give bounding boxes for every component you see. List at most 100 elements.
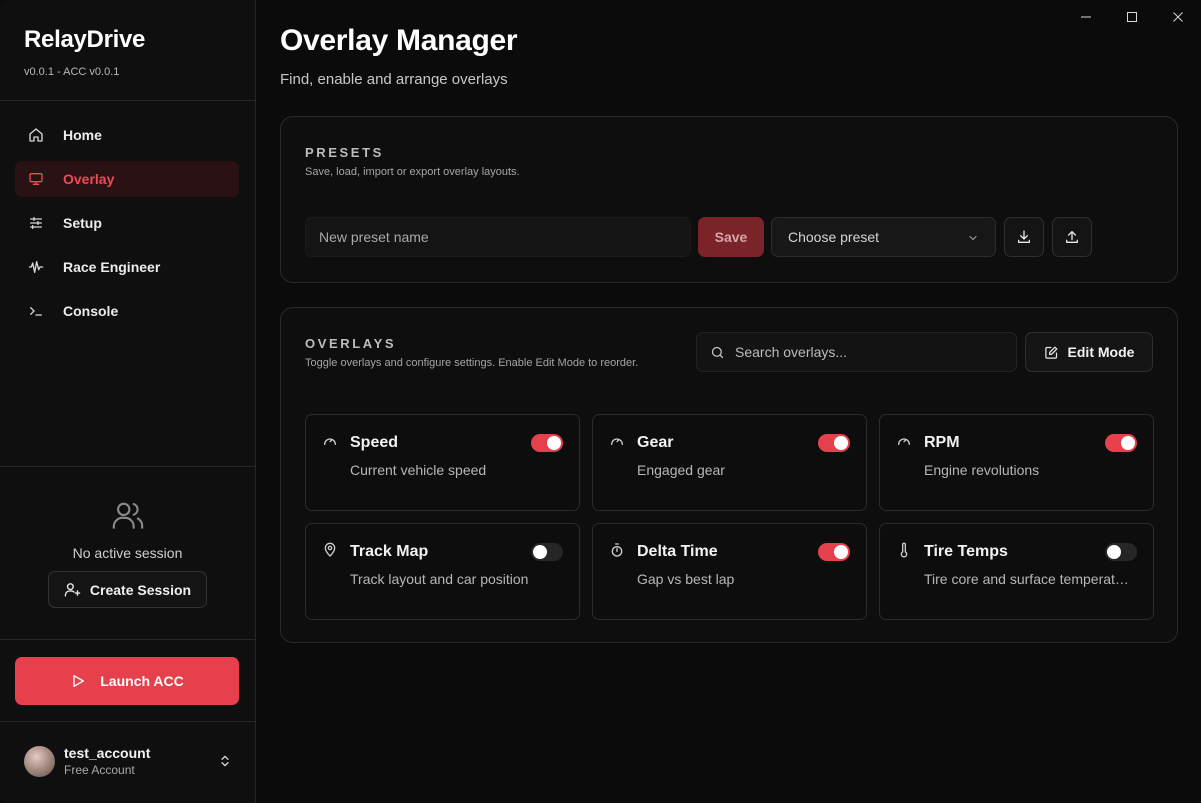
presets-card: PRESETS Save, load, import or export ove… [280,116,1178,283]
overlay-toggle[interactable] [1105,543,1137,561]
import-preset-button[interactable] [1004,217,1044,257]
overlay-description: Track layout and car position [350,571,529,587]
home-icon [27,126,45,144]
sidebar-item-label: Setup [63,215,102,231]
create-session-button[interactable]: Create Session [48,571,207,608]
search-icon [711,346,724,358]
stopwatch-icon [609,542,625,558]
page-title: Overlay Manager [280,24,518,57]
app-name: RelayDrive [24,26,146,53]
edit-icon [1044,346,1057,359]
chevrons-up-down-icon[interactable] [218,753,232,769]
gauge-icon [896,433,912,449]
sidebar-item-home[interactable]: Home [15,117,239,153]
overlay-grid: Speed Current vehicle speed Gear Engaged… [305,414,1154,620]
overlay-title: Speed [350,434,399,451]
save-preset-button[interactable]: Save [698,217,764,257]
account-info: test_account Free Account [64,745,150,777]
toggle-knob [547,436,561,450]
account-switcher[interactable]: test_account Free Account [24,744,244,778]
sidebar-item-label: Console [63,303,119,319]
preset-select-value: Choose preset [788,229,880,245]
toggle-knob [1121,436,1135,450]
edit-mode-label: Edit Mode [1067,344,1135,360]
preset-select[interactable]: Choose preset [771,217,996,257]
play-icon [73,675,85,687]
chevron-down-icon [969,235,977,241]
launch-acc-button[interactable]: Launch ACC [15,657,239,705]
presets-description: Save, load, import or export overlay lay… [305,166,520,178]
overlay-toggle[interactable] [818,434,850,452]
gauge-icon [609,433,625,449]
create-session-label: Create Session [89,581,192,598]
edit-mode-button[interactable]: Edit Mode [1025,332,1153,372]
page-subtitle: Find, enable and arrange overlays [280,71,508,88]
sidebar-item-label: Race Engineer [63,259,161,275]
sidebar-item-overlay[interactable]: Overlay [15,161,239,197]
overlay-title: Gear [637,434,674,451]
terminal-icon [27,302,45,320]
overlay-description: Gap vs best lap [637,571,735,587]
monitor-icon [27,170,45,188]
sidebar-item-setup[interactable]: Setup [15,205,239,241]
sidebar-item-console[interactable]: Console [15,293,239,329]
main-content: Overlay Manager Find, enable and arrange… [256,0,1201,803]
sidebar-item-label: Overlay [63,171,115,187]
app-window: RelayDrive v0.0.1 - ACC v0.0.1 Home Over… [0,0,1201,803]
account-plan: Free Account [64,763,135,777]
export-preset-button[interactable] [1052,217,1092,257]
overlay-title: Delta Time [637,543,718,560]
overlay-card-track-map[interactable]: Track Map Track layout and car position [305,523,580,620]
overlay-toggle[interactable] [818,543,850,561]
overlay-card-rpm[interactable]: RPM Engine revolutions [879,414,1154,511]
overlay-search[interactable] [696,332,1017,372]
sidebar-divider [0,100,255,101]
session-panel: No active session [0,498,255,561]
search-input[interactable] [735,344,1005,360]
toggle-knob [1107,545,1121,559]
upload-icon [1066,231,1078,243]
overlays-description: Toggle overlays and configure settings. … [305,357,639,369]
launch-acc-label: Launch ACC [100,673,184,689]
sidebar-nav: Home Overlay Setup Race Engineer Console [15,117,239,337]
overlays-card: OVERLAYS Toggle overlays and configure s… [280,307,1178,643]
overlays-heading: OVERLAYS [305,336,397,351]
thermometer-icon [896,542,912,558]
overlay-card-speed[interactable]: Speed Current vehicle speed [305,414,580,511]
add-user-icon [64,583,81,597]
overlay-description: Tire core and surface temperatures [924,571,1136,587]
preset-name-input[interactable] [305,217,691,257]
session-status: No active session [72,545,183,561]
overlay-card-tire-temps[interactable]: Tire Temps Tire core and surface tempera… [879,523,1154,620]
app-version: v0.0.1 - ACC v0.0.1 [24,66,120,78]
toggle-knob [834,545,848,559]
users-icon [111,498,145,532]
avatar [24,745,55,777]
overlay-description: Engine revolutions [924,462,1040,478]
map-pin-icon [322,542,338,558]
download-icon [1018,230,1030,243]
sidebar-divider [0,639,255,640]
overlay-card-gear[interactable]: Gear Engaged gear [592,414,867,511]
sidebar-item-label: Home [63,127,102,143]
overlay-toggle[interactable] [531,543,563,561]
toggle-knob [834,436,848,450]
sidebar-divider [0,466,255,467]
overlay-title: RPM [924,434,960,451]
gauge-icon [322,433,338,449]
toggle-knob [533,545,547,559]
sliders-icon [27,214,45,232]
sidebar: RelayDrive v0.0.1 - ACC v0.0.1 Home Over… [0,0,256,803]
sidebar-divider [0,721,255,722]
overlay-description: Current vehicle speed [350,462,487,478]
overlay-toggle[interactable] [1105,434,1137,452]
overlay-toggle[interactable] [531,434,563,452]
waveform-icon [27,258,45,276]
overlay-description: Engaged gear [637,462,725,478]
brand: RelayDrive v0.0.1 - ACC v0.0.1 [24,26,145,78]
overlay-title: Track Map [350,543,429,560]
overlay-card-delta-time[interactable]: Delta Time Gap vs best lap [592,523,867,620]
sidebar-item-race-engineer[interactable]: Race Engineer [15,249,239,285]
account-name: test_account [64,745,151,761]
overlay-title: Tire Temps [924,543,1008,560]
